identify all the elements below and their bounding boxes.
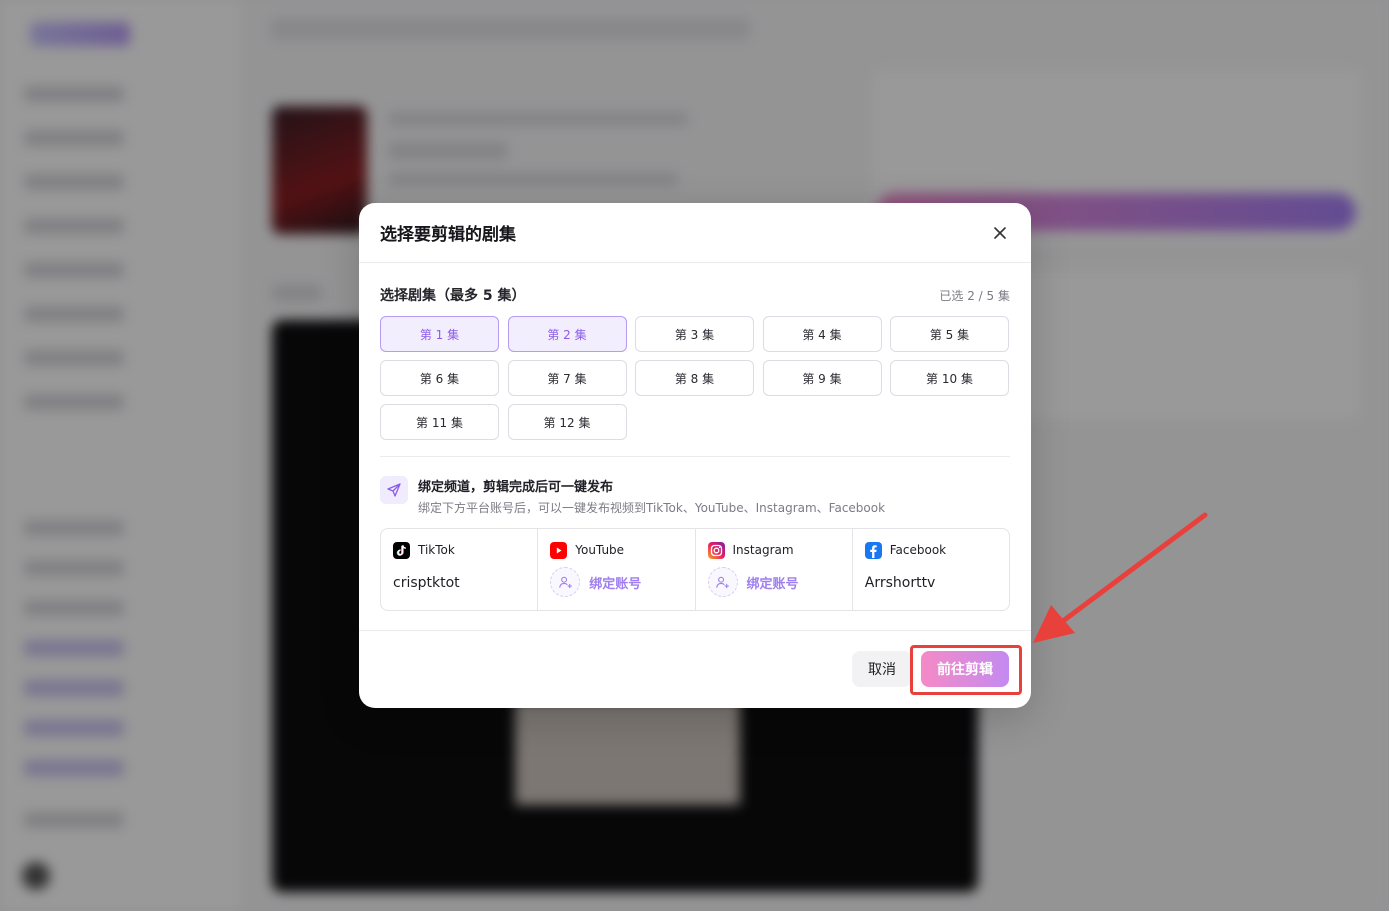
- dialog-header: 选择要剪辑的剧集: [359, 203, 1031, 263]
- episode-button[interactable]: 第 2 集: [507, 316, 627, 352]
- episode-button[interactable]: 第 11 集: [380, 404, 499, 440]
- platform-account: Arrshorttv: [864, 575, 936, 591]
- platform-name: TikTok: [418, 543, 455, 557]
- send-icon: [380, 476, 408, 504]
- platform-youtube: YouTube 绑定账号: [538, 529, 696, 610]
- episode-button[interactable]: 第 12 集: [507, 404, 627, 440]
- episode-button[interactable]: 第 1 集: [380, 316, 499, 352]
- youtube-icon: [550, 541, 568, 559]
- bind-channel-info: 绑定频道，剪辑完成后可一键发布 绑定下方平台账号后，可以一键发布视频到TikTo…: [359, 476, 1031, 516]
- platform-list: TikTok crisptktot YouTube 绑定账号 Instagram…: [380, 528, 1010, 611]
- tiktok-icon: [393, 541, 410, 559]
- episode-grid: 第 1 集第 2 集第 3 集第 4 集第 5 集第 6 集第 7 集第 8 集…: [380, 316, 1010, 440]
- bind-title: 绑定频道，剪辑完成后可一键发布: [418, 480, 614, 495]
- episode-button[interactable]: 第 6 集: [380, 360, 499, 396]
- platform-name: Instagram: [732, 543, 794, 557]
- add-user-icon: [550, 567, 581, 597]
- bind-account-label: 绑定账号: [589, 576, 642, 592]
- episode-button[interactable]: 第 3 集: [635, 316, 754, 352]
- instagram-icon: [707, 541, 725, 559]
- platform-account: crisptktot: [393, 575, 460, 591]
- bind-description: 绑定下方平台账号后，可以一键发布视频到TikTok、YouTube、Instag…: [418, 501, 886, 515]
- bind-account-instagram-button[interactable]: 绑定账号: [707, 567, 840, 597]
- platform-name: Facebook: [889, 543, 947, 557]
- close-button[interactable]: [989, 222, 1011, 244]
- selected-count: 已选 2 / 5 集: [939, 288, 1010, 303]
- episode-button[interactable]: 第 4 集: [762, 316, 882, 352]
- facebook-icon: [864, 541, 882, 559]
- platform-name: YouTube: [575, 543, 625, 557]
- episode-button[interactable]: 第 10 集: [890, 360, 1009, 396]
- cancel-button[interactable]: 取消: [852, 651, 912, 687]
- episode-button[interactable]: 第 7 集: [507, 360, 627, 396]
- bind-account-label: 绑定账号: [746, 576, 799, 592]
- episode-button[interactable]: 第 8 集: [635, 360, 754, 396]
- episode-section-label: 选择剧集（最多 5 集）: [380, 288, 526, 304]
- divider: [380, 456, 1010, 457]
- dialog-footer: 取消 前往剪辑: [359, 630, 1031, 708]
- bind-account-youtube-button[interactable]: 绑定账号: [550, 567, 682, 597]
- episode-section-header: 选择剧集（最多 5 集） 已选 2 / 5 集: [359, 285, 1031, 305]
- close-icon: [994, 227, 1006, 239]
- platform-facebook[interactable]: Facebook Arrshorttv: [853, 529, 1009, 610]
- episode-button[interactable]: 第 5 集: [890, 316, 1009, 352]
- select-episodes-dialog: 选择要剪辑的剧集 选择剧集（最多 5 集） 已选 2 / 5 集 第 1 集第 …: [359, 203, 1031, 708]
- go-to-edit-button[interactable]: 前往剪辑: [921, 651, 1009, 687]
- episode-button[interactable]: 第 9 集: [762, 360, 882, 396]
- platform-tiktok[interactable]: TikTok crisptktot: [381, 529, 539, 610]
- dialog-title: 选择要剪辑的剧集: [380, 225, 516, 245]
- add-user-icon: [707, 567, 738, 597]
- platform-instagram: Instagram 绑定账号: [696, 529, 853, 610]
